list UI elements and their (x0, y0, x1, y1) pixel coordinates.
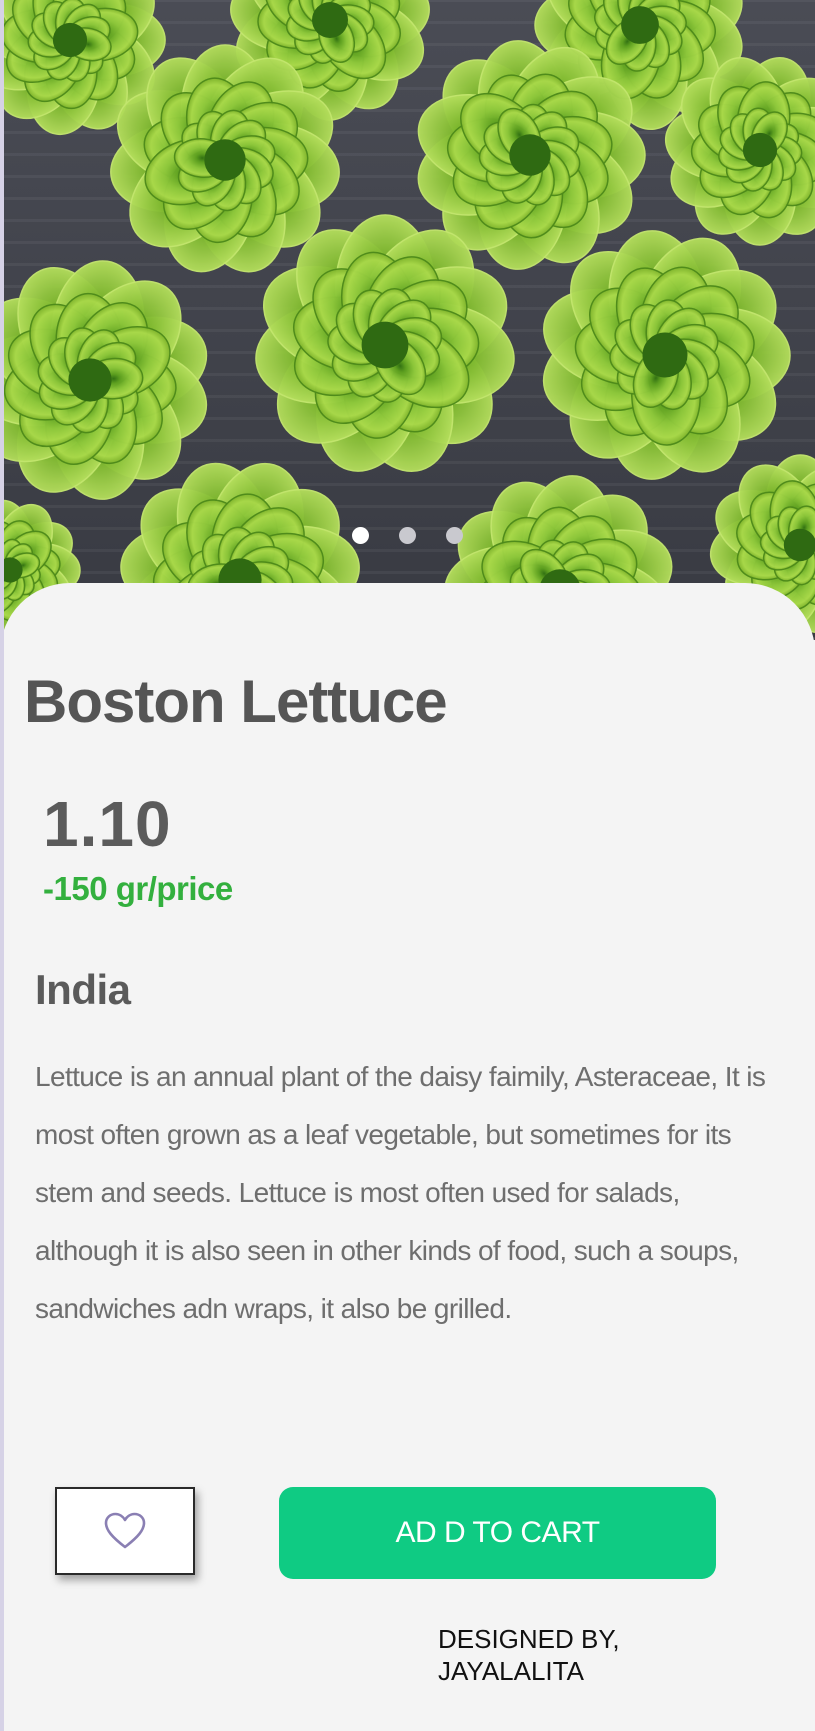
product-description: Lettuce is an annual plant of the daisy … (35, 1061, 766, 1324)
favorite-button[interactable] (55, 1487, 195, 1575)
carousel-dot-3[interactable] (446, 527, 463, 544)
lettuce-head (0, 260, 208, 500)
credit-line-1: DESIGNED BY, (438, 1624, 620, 1654)
product-price: 1.10 (43, 788, 172, 860)
product-unit: -150 gr/price (43, 870, 233, 907)
designer-credit: DESIGNED BY, JAYALALITA (438, 1623, 620, 1687)
product-info-card: Boston Lettuce 1.10 -150 gr/price India … (0, 583, 815, 1731)
lettuce-illustration (0, 0, 815, 640)
credit-line-2: JAYALALITA (438, 1656, 584, 1686)
product-detail-screen: Boston Lettuce 1.10 -150 gr/price India … (0, 0, 815, 1731)
carousel-dot-2[interactable] (399, 527, 416, 544)
product-origin: India (35, 966, 131, 1013)
add-to-cart-button[interactable]: AD D TO CART (279, 1487, 716, 1579)
screen-edge (0, 0, 4, 1731)
heart-outline-icon (104, 1512, 146, 1549)
carousel-dot-1[interactable] (352, 527, 369, 544)
product-image[interactable] (0, 0, 815, 640)
product-title: Boston Lettuce (24, 668, 448, 735)
carousel-indicator[interactable] (352, 527, 463, 544)
